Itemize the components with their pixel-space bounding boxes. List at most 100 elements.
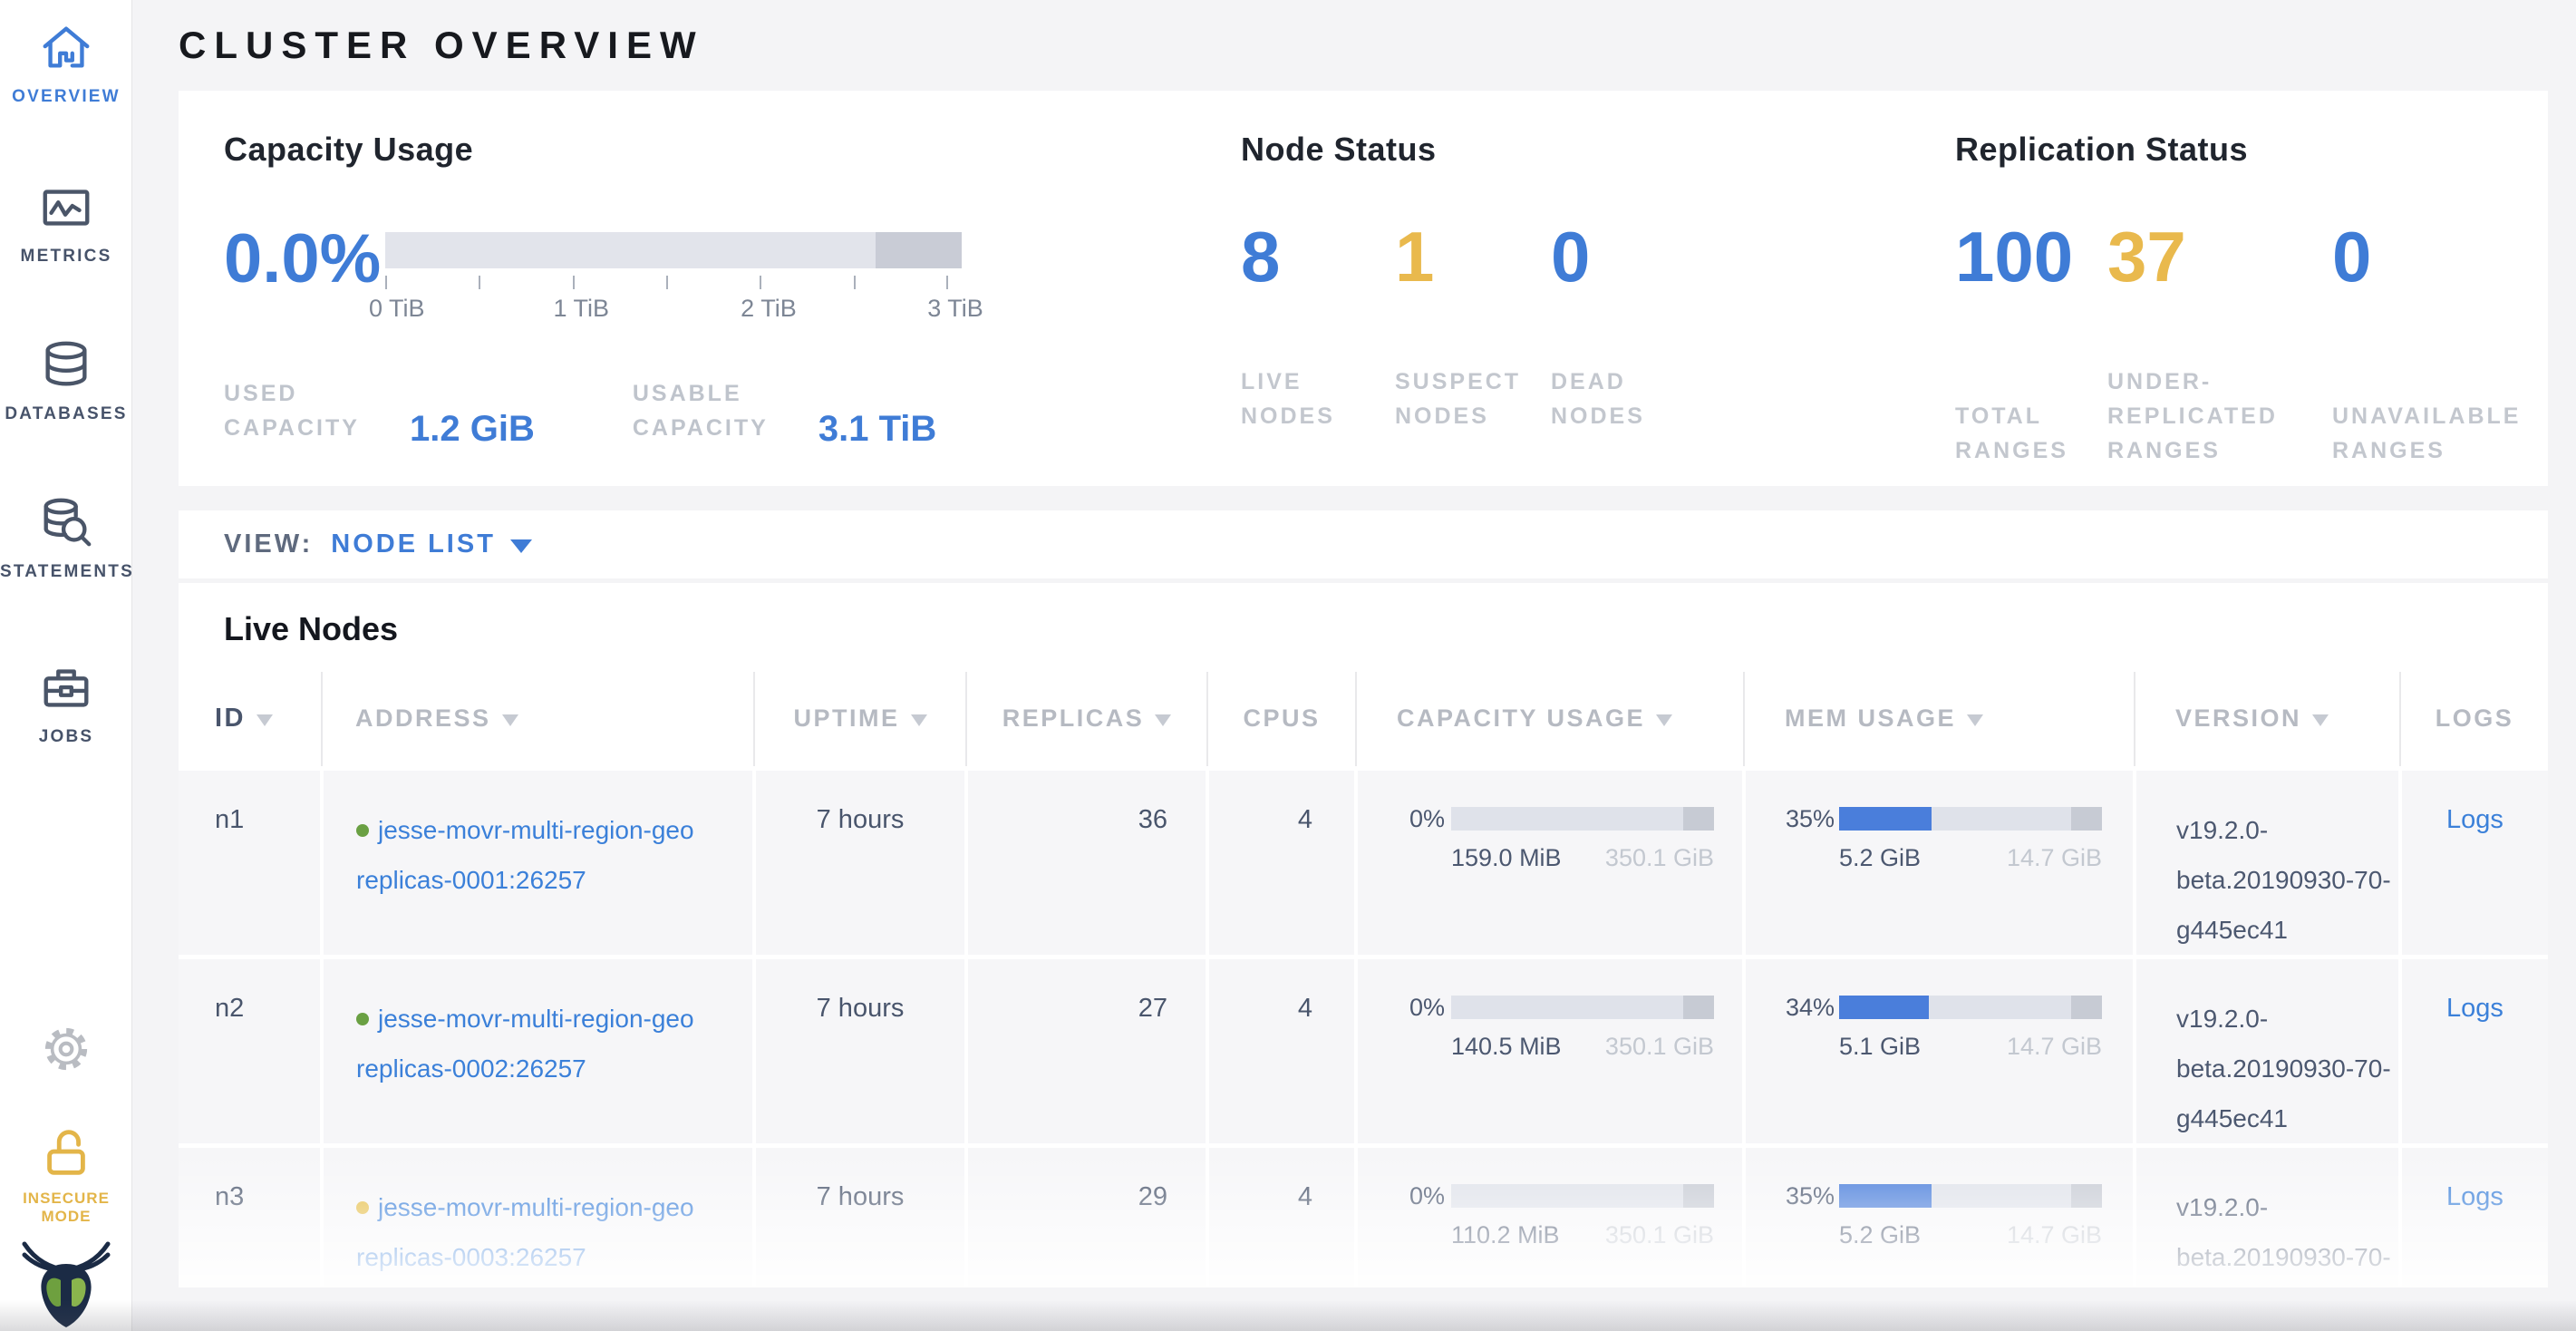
sidebar-item-jobs[interactable]: JOBS <box>0 660 132 747</box>
column-header-logs[interactable]: LOGS <box>2400 672 2548 768</box>
node-memory-cell: 35% 5.2 GiB 14.7 GiB <box>1744 1145 2135 1287</box>
node-version-cell: v19.2.0-beta.20190930-70-g445ec41 <box>2135 1145 2400 1287</box>
sidebar-item-databases[interactable]: DATABASES <box>0 337 132 424</box>
capacity-usage-section: Capacity Usage 0.0% 0 TiB 1 TiB <box>224 131 1241 486</box>
node-id-cell: n2 <box>179 957 322 1145</box>
under-replicated-ranges-count: 37 <box>2107 221 2332 292</box>
usable-capacity-value: 3.1 TiB <box>818 409 936 450</box>
live-nodes-card: Live Nodes ID ADDRESS UPTIME <box>179 583 2548 1287</box>
suspect-nodes-count: 1 <box>1395 221 1551 292</box>
sort-arrow-icon <box>911 714 927 726</box>
node-cpus-cell: 4 <box>1207 1145 1356 1287</box>
bar-endcap <box>1683 1184 1714 1208</box>
node-cpus-cell: 4 <box>1207 957 1356 1145</box>
bar-endcap <box>1683 996 1714 1019</box>
capacity-percent: 0.0% <box>224 232 385 324</box>
node-capacity-cell: 0% 140.5 MiB 350.1 GiB <box>1356 957 1744 1145</box>
sidebar-item-statements[interactable]: STATEMENTS <box>0 495 132 582</box>
used-capacity-label: USED CAPACITY <box>224 376 401 445</box>
node-logs-cell: Logs <box>2400 1145 2548 1287</box>
column-header-version[interactable]: VERSION <box>2135 672 2400 768</box>
column-header-uptime[interactable]: UPTIME <box>754 672 966 768</box>
column-header-mem-usage[interactable]: MEM USAGE <box>1744 672 2135 768</box>
table-header-row: ID ADDRESS UPTIME REPLICAS CPUS CAPACITY… <box>179 672 2548 768</box>
unavailable-ranges-count: 0 <box>2332 221 2548 292</box>
sidebar-item-label: OVERVIEW <box>0 87 132 107</box>
node-id-cell: n1 <box>179 768 322 957</box>
node-address-link[interactable]: jesse-movr-multi-region-geo replicas-000… <box>356 1182 752 1282</box>
sort-arrow-icon <box>1155 714 1171 726</box>
node-address-link[interactable]: jesse-movr-multi-region-geo replicas-000… <box>356 805 752 905</box>
used-capacity-value: 1.2 GiB <box>410 409 535 450</box>
bar-endcap <box>2071 1184 2102 1208</box>
node-replicas-cell: 27 <box>966 957 1207 1145</box>
table-row: n2 jesse-movr-multi-region-geo replicas-… <box>179 957 2548 1145</box>
replication-status-section: Replication Status 100 37 0 TOTAL RANGES… <box>1955 131 2548 486</box>
node-address-link[interactable]: jesse-movr-multi-region-geo replicas-000… <box>356 994 752 1093</box>
column-header-id[interactable]: ID <box>179 672 322 768</box>
cockroachdb-logo <box>0 1240 132 1331</box>
sidebar-item-label: STATEMENTS <box>0 562 132 582</box>
node-version-cell: v19.2.0-beta.20190930-70-g445ec41 <box>2135 957 2400 1145</box>
bar-endcap <box>2071 807 2102 831</box>
capacity-gauge-labels: 0 TiB 1 TiB 2 TiB 3 TiB <box>385 295 962 324</box>
cluster-overview-page: { "header": { "title": "CLUSTER OVERVIEW… <box>0 0 2576 1331</box>
capacity-gauge-bar <box>385 232 962 268</box>
view-label: VIEW: <box>224 529 313 559</box>
insecure-mode-indicator[interactable]: INSECURE MODE <box>0 1124 132 1226</box>
node-status-dot <box>356 1201 369 1214</box>
sidebar-item-metrics[interactable]: METRICS <box>0 180 132 267</box>
sort-arrow-icon <box>502 714 518 726</box>
gear-icon <box>0 1023 132 1075</box>
cluster-summary-card: Capacity Usage 0.0% 0 TiB 1 TiB <box>179 91 2548 486</box>
node-logs-link[interactable]: Logs <box>2446 805 2503 834</box>
live-nodes-table: ID ADDRESS UPTIME REPLICAS CPUS CAPACITY… <box>179 672 2548 1287</box>
mem-usage-bar <box>1839 996 2102 1019</box>
capacity-usage-bar <box>1451 1184 1714 1208</box>
node-logs-link[interactable]: Logs <box>2446 994 2503 1023</box>
tick-label: 1 TiB <box>553 295 609 323</box>
live-nodes-label: LIVE NODES <box>1241 364 1377 433</box>
sort-arrow-icon <box>2312 714 2329 726</box>
used-capacity-stat: USED CAPACITY 1.2 GiB <box>224 376 535 445</box>
column-header-capacity-usage[interactable]: CAPACITY USAGE <box>1356 672 1744 768</box>
settings-button[interactable] <box>0 1023 132 1075</box>
sidebar-item-overview[interactable]: OVERVIEW <box>0 20 132 107</box>
node-memory-cell: 35% 5.2 GiB 14.7 GiB <box>1744 768 2135 957</box>
page-title: CLUSTER OVERVIEW <box>133 0 2576 67</box>
total-ranges-count: 100 <box>1955 221 2107 292</box>
tick-label: 0 TiB <box>369 295 425 323</box>
node-logs-cell: Logs <box>2400 957 2548 1145</box>
node-status-title: Node Status <box>1241 131 1955 169</box>
node-id-cell: n3 <box>179 1145 322 1287</box>
node-logs-cell: Logs <box>2400 768 2548 957</box>
sort-arrow-icon <box>257 714 273 726</box>
node-logs-link[interactable]: Logs <box>2446 1182 2503 1211</box>
node-capacity-cell: 0% 110.2 MiB 350.1 GiB <box>1356 1145 1744 1287</box>
node-replicas-cell: 36 <box>966 768 1207 957</box>
sidebar-item-label: DATABASES <box>0 404 132 424</box>
node-address-cell: jesse-movr-multi-region-geo replicas-000… <box>322 1145 754 1287</box>
capacity-gauge: 0 TiB 1 TiB 2 TiB 3 TiB <box>385 232 962 324</box>
column-header-cpus[interactable]: CPUS <box>1207 672 1356 768</box>
statements-icon <box>0 495 132 551</box>
node-version-cell: v19.2.0-beta.20190930-70-g445ec41 <box>2135 768 2400 957</box>
mem-usage-bar <box>1839 807 2102 831</box>
unavailable-ranges-label: UNAVAILABLE RANGES <box>2332 399 2530 468</box>
usable-capacity-stat: USABLE CAPACITY 3.1 TiB <box>633 376 936 445</box>
node-status-section: Node Status 8 1 0 LIVE NODES SUSPECT NOD… <box>1241 131 1955 486</box>
bar-endcap <box>1683 807 1714 831</box>
column-header-address[interactable]: ADDRESS <box>322 672 754 768</box>
usable-capacity-label: USABLE CAPACITY <box>633 376 809 445</box>
capacity-gauge-reserved-segment <box>876 232 962 268</box>
dead-nodes-count: 0 <box>1551 221 1955 292</box>
sidebar: OVERVIEW METRICS DATABASES <box>0 0 132 1331</box>
node-status-dot <box>356 1013 369 1025</box>
node-uptime-cell: 7 hours <box>754 768 966 957</box>
view-selector-bar: VIEW: NODE LIST <box>179 510 2548 578</box>
column-header-replicas[interactable]: REPLICAS <box>966 672 1207 768</box>
view-dropdown[interactable]: NODE LIST <box>331 529 532 559</box>
tick-label: 3 TiB <box>927 295 983 323</box>
database-icon <box>0 337 132 393</box>
total-ranges-label: TOTAL RANGES <box>1955 399 2091 468</box>
